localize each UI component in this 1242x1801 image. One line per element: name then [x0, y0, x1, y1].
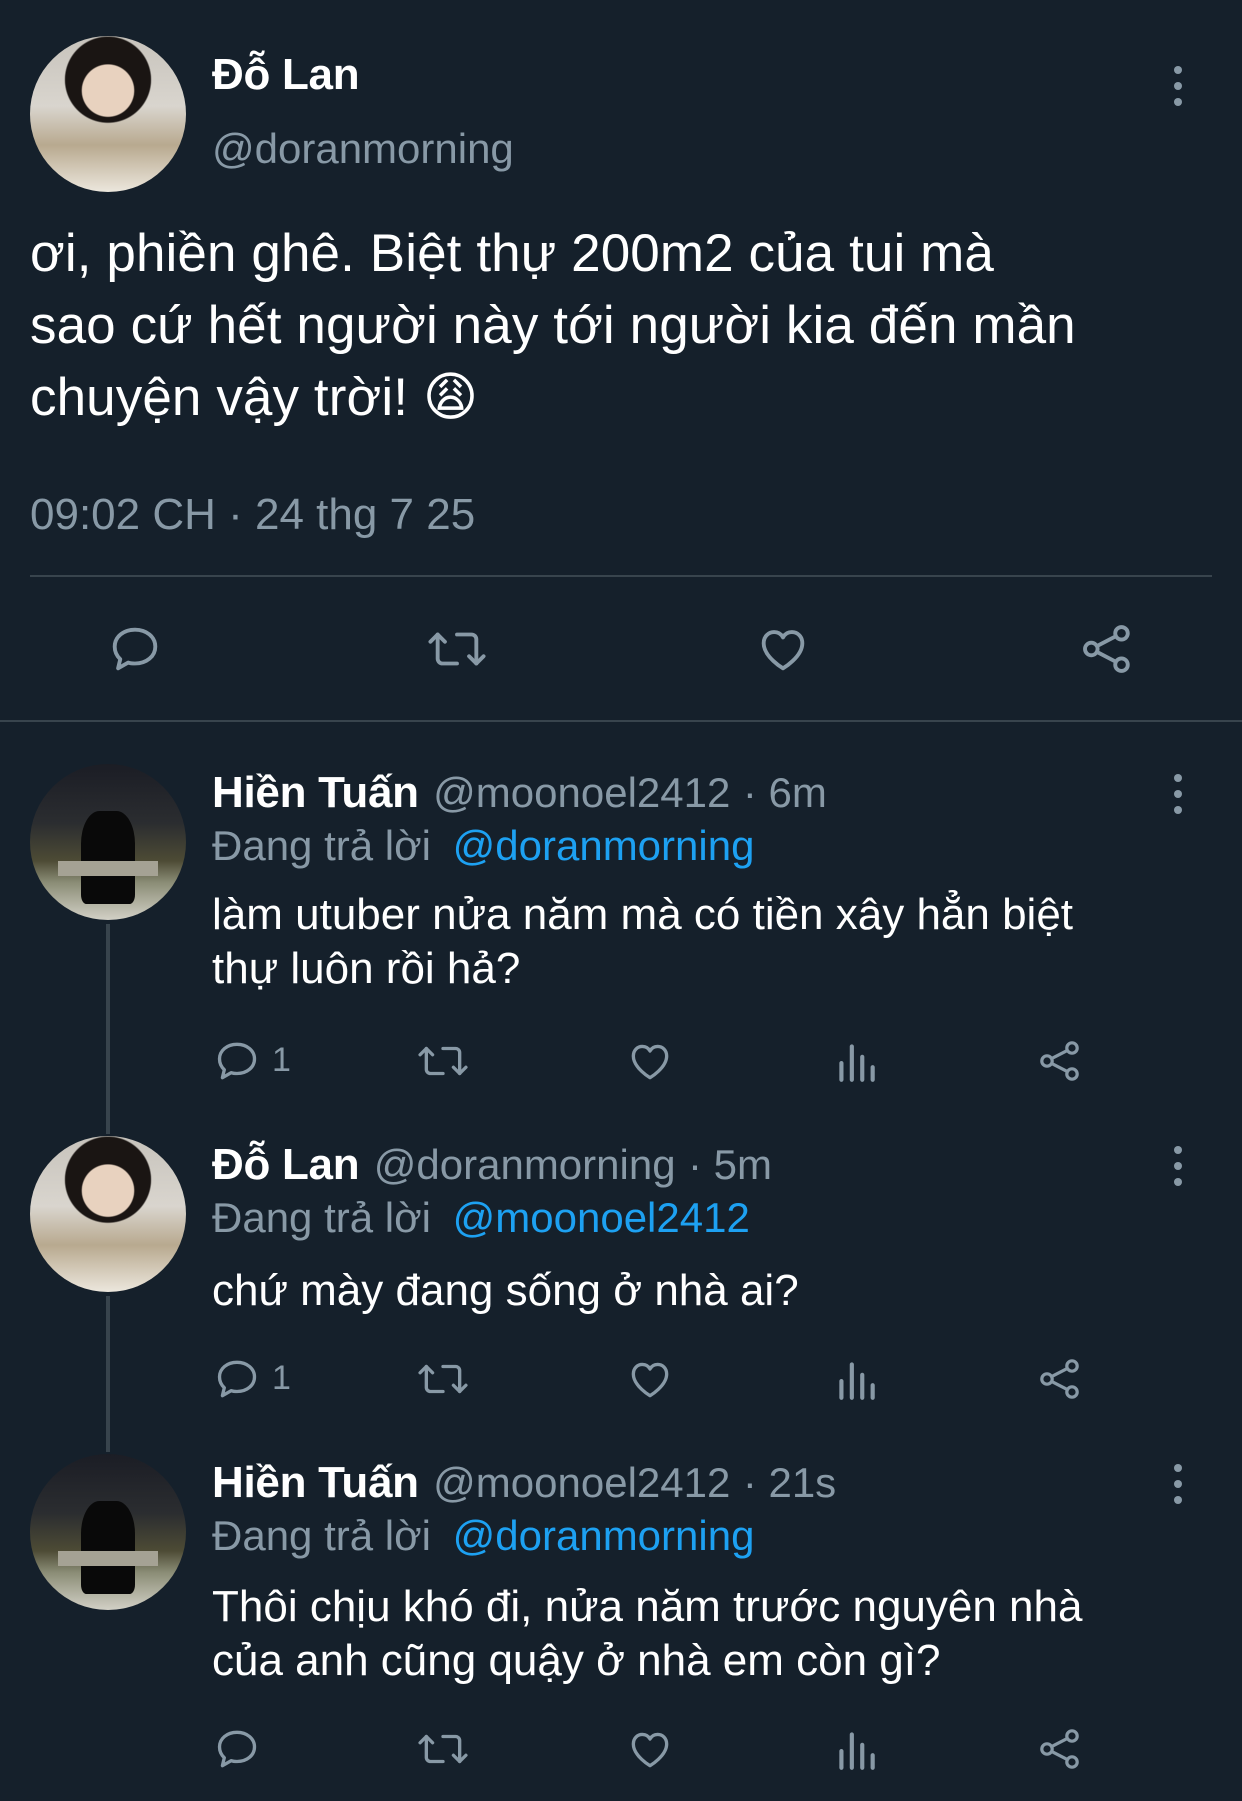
tweet-text-line: thự luôn rồi hả? — [212, 944, 521, 993]
tweet-header: Hiền Tuấn @moonoel2412 · 6m — [212, 768, 827, 818]
author-handle[interactable]: @doranmorning — [374, 1141, 676, 1188]
tweet-text-line: chứ mày đang sống ở nhà ai? — [212, 1266, 799, 1315]
tweet-text: làm utuber nửa năm mà có tiền xây hẳn bi… — [212, 888, 1073, 996]
author-name[interactable]: Hiền Tuấn — [212, 1458, 419, 1507]
replying-to: Đang trả lời @moonoel2412 — [212, 1194, 750, 1242]
more-options-icon[interactable] — [1174, 1146, 1184, 1186]
replying-to: Đang trả lời @doranmorning — [212, 822, 754, 870]
tweet-header: Hiền Tuấn @moonoel2412 · 21s — [212, 1458, 836, 1508]
tweet-text-line: làm utuber nửa năm mà có tiền xây hẳn bi… — [212, 890, 1074, 939]
share-icon[interactable] — [1078, 620, 1136, 678]
tweet-text-line: chuyện vậy trời! 😩 — [30, 362, 1076, 434]
replying-to: Đang trả lời @doranmorning — [212, 1512, 754, 1560]
share-icon[interactable] — [1036, 1354, 1084, 1404]
analytics-icon[interactable] — [834, 1036, 878, 1086]
section-divider — [0, 720, 1242, 722]
replying-to-label: Đang trả lời — [212, 1512, 431, 1559]
author-handle[interactable]: @moonoel2412 — [433, 1459, 730, 1506]
tweet-text: chứ mày đang sống ở nhà ai? — [212, 1264, 799, 1318]
weary-face-emoji: 😩 — [422, 368, 479, 427]
more-options-icon[interactable] — [1174, 774, 1184, 814]
reply-icon[interactable] — [212, 1036, 262, 1086]
author-name[interactable]: Đỗ Lan — [212, 1140, 360, 1189]
more-options-icon[interactable] — [1174, 1464, 1184, 1504]
heart-icon[interactable] — [624, 1036, 676, 1086]
tweet-time[interactable]: · 6m — [743, 769, 827, 816]
heart-icon[interactable] — [624, 1724, 676, 1774]
replying-to-label: Đang trả lời — [212, 1194, 431, 1241]
author-name[interactable]: Đỗ Lan — [212, 50, 360, 100]
thread-connector — [106, 924, 110, 1134]
tweet-text: Thôi chịu khó đi, nửa năm trước nguyên n… — [212, 1580, 1082, 1688]
tweet-time[interactable]: · 21s — [743, 1459, 836, 1506]
reply-count: 1 — [272, 1359, 291, 1397]
tweet-text-line: ơi, phiền ghê. Biệt thự 200m2 của tui mà — [30, 224, 995, 283]
analytics-icon[interactable] — [834, 1354, 878, 1404]
heart-icon[interactable] — [752, 620, 814, 678]
divider — [30, 575, 1212, 577]
reply-icon[interactable] — [212, 1354, 262, 1404]
thread-connector — [106, 1296, 110, 1452]
tweet-text: ơi, phiền ghê. Biệt thự 200m2 của tui mà… — [30, 218, 1076, 434]
author-handle[interactable]: @doranmorning — [212, 125, 514, 173]
tweet-text-line: chuyện vậy trời! — [30, 368, 409, 427]
avatar[interactable] — [30, 1454, 186, 1610]
share-icon[interactable] — [1036, 1724, 1084, 1774]
avatar[interactable] — [30, 36, 186, 192]
reply-icon[interactable] — [106, 620, 164, 678]
replying-to-label: Đang trả lời — [212, 822, 431, 869]
analytics-icon[interactable] — [834, 1724, 878, 1774]
retweet-icon[interactable] — [424, 620, 490, 678]
reply-count: 1 — [272, 1041, 291, 1079]
tweet-time[interactable]: · 5m — [688, 1141, 772, 1188]
tweet-text-line: sao cứ hết người này tới người kia đến m… — [30, 296, 1076, 355]
author-name[interactable]: Hiền Tuấn — [212, 768, 419, 817]
retweet-icon[interactable] — [414, 1036, 472, 1086]
tweet-text-line: Thôi chịu khó đi, nửa năm trước nguyên n… — [212, 1582, 1083, 1631]
retweet-icon[interactable] — [414, 1354, 472, 1404]
heart-icon[interactable] — [624, 1354, 676, 1404]
tweet-text-line: của anh cũng quậy ở nhà em còn gì? — [212, 1636, 941, 1685]
avatar[interactable] — [30, 1136, 186, 1292]
tweet-timestamp[interactable]: 09:02 CH · 24 thg 7 25 — [30, 490, 475, 540]
tweet-header: Đỗ Lan @doranmorning · 5m — [212, 1140, 772, 1190]
avatar[interactable] — [30, 764, 186, 920]
more-options-icon[interactable] — [1174, 66, 1184, 106]
share-icon[interactable] — [1036, 1036, 1084, 1086]
replying-to-handle[interactable]: @moonoel2412 — [453, 1194, 750, 1241]
retweet-icon[interactable] — [414, 1724, 472, 1774]
replying-to-handle[interactable]: @doranmorning — [453, 822, 755, 869]
author-handle[interactable]: @moonoel2412 — [433, 769, 730, 816]
replying-to-handle[interactable]: @doranmorning — [453, 1512, 755, 1559]
reply-icon[interactable] — [212, 1724, 262, 1774]
